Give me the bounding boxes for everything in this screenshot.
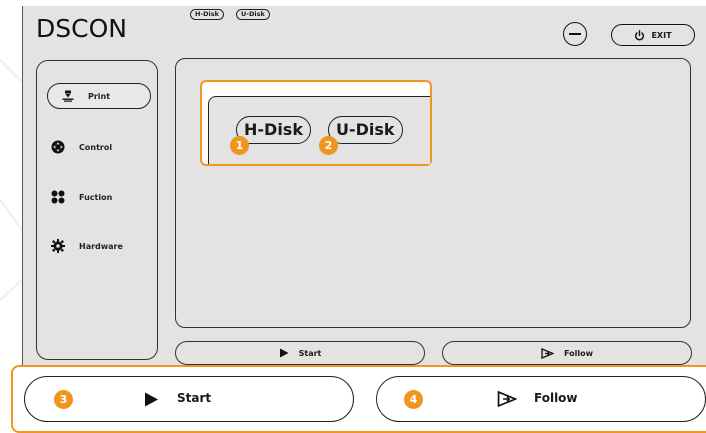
minimize-button[interactable] [563,22,587,46]
callout-badge-2: 2 [319,136,338,155]
sidebar-item-label: Print [88,91,111,101]
follow-icon [497,390,517,408]
start-button[interactable]: Start [175,341,425,365]
zoom-follow-label: Follow [534,391,578,405]
zoom-start-button[interactable]: 3 Start [24,376,354,422]
app-logo: DSCON [36,14,127,43]
sidebar-item-label: Fuction [79,192,113,202]
sidebar-item-function[interactable]: Fuction [51,190,112,204]
callout-badge-1: 1 [230,136,249,155]
sidebar-item-control[interactable]: Control [51,140,112,154]
function-grid-icon [51,190,65,204]
sidebar-item-label: Hardware [79,241,123,251]
follow-label: Follow [563,348,593,358]
callout-badge-3: 3 [54,390,73,409]
follow-button[interactable]: Follow [442,341,692,365]
sidebar-item-label: Control [79,142,113,152]
zoom-follow-button[interactable]: 4 Follow [376,376,706,422]
hardware-gear-icon [51,239,65,253]
zoom-tab-u-disk[interactable]: U-Disk [328,116,403,144]
sidebar: Print Control Fuction Hardware [36,60,158,360]
start-label: Start [298,348,322,358]
exit-label: EXIT [651,30,672,40]
power-icon [635,29,645,40]
print-nozzle-icon [62,90,74,102]
sidebar-item-print[interactable]: Print [47,83,151,109]
follow-icon [541,347,554,359]
tab-u-disk[interactable]: U-Disk [236,9,270,20]
exit-button[interactable]: EXIT [611,24,695,46]
callout-badge-4: 4 [404,390,423,409]
play-icon [145,392,158,407]
tab-h-disk[interactable]: H-Disk [190,9,224,20]
play-icon [279,348,289,358]
sidebar-item-hardware[interactable]: Hardware [51,239,123,253]
zoom-start-label: Start [177,391,212,405]
control-dpad-icon [51,140,65,154]
